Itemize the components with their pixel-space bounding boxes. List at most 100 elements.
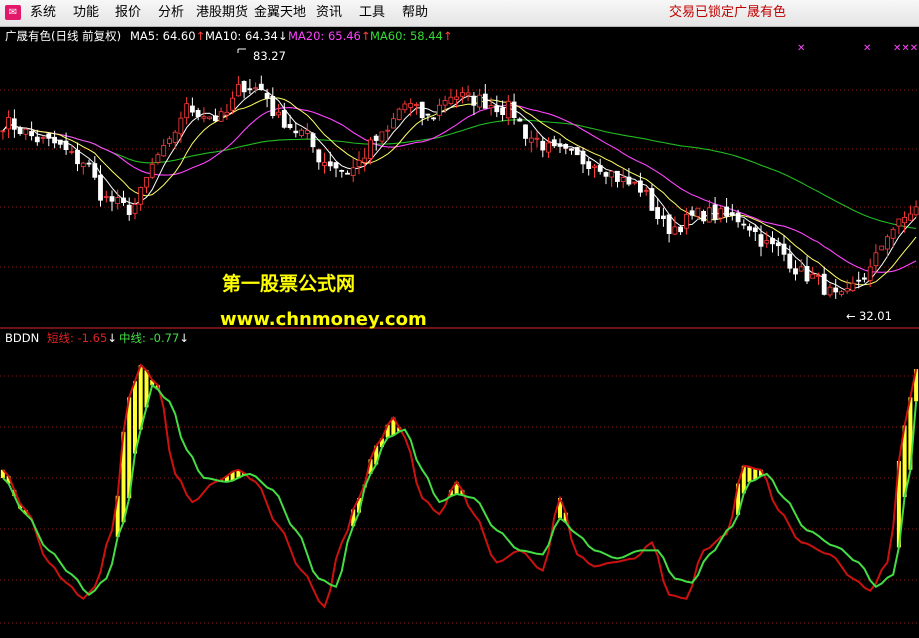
event-marker-icon[interactable]: ✕ — [863, 43, 871, 54]
candle-body[interactable] — [632, 181, 638, 184]
candle-body[interactable] — [586, 161, 592, 170]
candle-body[interactable] — [350, 167, 356, 177]
candle-body[interactable] — [597, 165, 603, 172]
candle-body[interactable] — [419, 101, 425, 119]
menu-tools[interactable]: 工具 — [359, 0, 385, 26]
candle-body[interactable] — [149, 163, 155, 178]
candle-body[interactable] — [57, 139, 63, 145]
candle-body[interactable] — [69, 151, 75, 153]
candle-body[interactable] — [264, 92, 270, 99]
candle-body[interactable] — [345, 172, 350, 175]
candle-body[interactable] — [534, 137, 540, 140]
candle-body[interactable] — [873, 252, 879, 267]
candle-body[interactable] — [701, 210, 706, 222]
candle-body[interactable] — [436, 104, 442, 116]
candle-body[interactable] — [327, 161, 333, 167]
candle-body[interactable] — [569, 148, 574, 151]
candle-body[interactable] — [821, 273, 827, 295]
candle-body[interactable] — [98, 174, 103, 201]
candle-body[interactable] — [477, 94, 483, 108]
candle-body[interactable] — [793, 268, 798, 275]
candle-body[interactable] — [752, 227, 758, 232]
candle-body[interactable] — [546, 142, 551, 153]
candle-body[interactable] — [551, 139, 557, 147]
app-logo-icon[interactable]: ✉ — [5, 5, 21, 20]
candle-body[interactable] — [241, 81, 247, 93]
candle-body[interactable] — [109, 196, 115, 202]
candle-body[interactable] — [276, 111, 282, 116]
candle-body[interactable] — [184, 103, 190, 119]
candle-body[interactable] — [511, 101, 517, 119]
candle-body[interactable] — [121, 197, 126, 203]
candle-body[interactable] — [207, 116, 213, 120]
candle-body[interactable] — [23, 128, 29, 135]
candle-body[interactable] — [247, 88, 253, 91]
candle-body[interactable] — [689, 210, 695, 216]
candle-body[interactable] — [505, 100, 511, 119]
candle-body[interactable] — [741, 223, 747, 226]
candle-body[interactable] — [706, 207, 712, 223]
candle-body[interactable] — [764, 240, 770, 244]
candle-body[interactable] — [34, 136, 40, 143]
candle-body[interactable] — [775, 242, 781, 247]
candle-body[interactable] — [161, 145, 167, 157]
candle-body[interactable] — [827, 286, 833, 296]
candle-body[interactable] — [126, 204, 132, 215]
candle-body[interactable] — [253, 87, 259, 90]
candle-body[interactable] — [92, 163, 98, 178]
candlesticks[interactable] — [0, 75, 919, 299]
candle-body[interactable] — [758, 234, 764, 247]
candle-body[interactable] — [132, 203, 138, 214]
candle-body[interactable] — [333, 162, 339, 169]
candle-body[interactable] — [40, 137, 46, 139]
candle-body[interactable] — [615, 170, 620, 182]
candle-body[interactable] — [270, 96, 276, 117]
candle-body[interactable] — [661, 215, 666, 219]
candle-body[interactable] — [293, 130, 299, 134]
candle-body[interactable] — [178, 117, 184, 135]
menu-function[interactable]: 功能 — [73, 0, 99, 26]
candle-body[interactable] — [442, 100, 448, 106]
candle-body[interactable] — [339, 169, 345, 172]
candle-body[interactable] — [540, 140, 546, 151]
candle-body[interactable] — [638, 180, 643, 193]
candle-body[interactable] — [890, 228, 896, 239]
candle-body[interactable] — [810, 273, 816, 279]
candle-body[interactable] — [684, 213, 689, 229]
candle-body[interactable] — [724, 206, 729, 217]
candle-body[interactable] — [816, 275, 821, 278]
candle-body[interactable] — [166, 138, 172, 144]
candle-body[interactable] — [103, 196, 109, 198]
candle-body[interactable] — [666, 214, 672, 234]
candle-body[interactable] — [17, 127, 23, 134]
candle-body[interactable] — [63, 140, 69, 150]
candle-body[interactable] — [287, 124, 293, 129]
candle-body[interactable] — [408, 103, 414, 108]
candle-body[interactable] — [574, 147, 580, 156]
candle-body[interactable] — [672, 226, 678, 235]
candle-body[interactable] — [0, 130, 6, 133]
candle-body[interactable] — [390, 118, 396, 129]
candle-body[interactable] — [29, 131, 35, 137]
candle-body[interactable] — [379, 131, 385, 142]
candle-body[interactable] — [316, 149, 322, 163]
candle-body[interactable] — [201, 116, 207, 119]
candle-body[interactable] — [798, 266, 804, 272]
candle-body[interactable] — [787, 253, 793, 269]
candle-body[interactable] — [908, 213, 913, 221]
candle-body[interactable] — [52, 136, 57, 144]
candle-body[interactable] — [356, 159, 362, 167]
candle-body[interactable] — [781, 243, 787, 255]
candle-body[interactable] — [75, 149, 80, 165]
candle-body[interactable] — [603, 172, 609, 177]
candle-body[interactable] — [718, 208, 724, 219]
candle-body[interactable] — [448, 96, 454, 104]
candle-body[interactable] — [46, 133, 52, 139]
candle-body[interactable] — [862, 277, 867, 280]
candle-body[interactable] — [368, 139, 373, 159]
candle-body[interactable] — [833, 287, 839, 293]
candle-body[interactable] — [396, 108, 402, 120]
event-marker-icon[interactable]: ✕✕✕ — [893, 43, 918, 54]
candle-body[interactable] — [6, 117, 11, 130]
candle-body[interactable] — [620, 177, 626, 183]
